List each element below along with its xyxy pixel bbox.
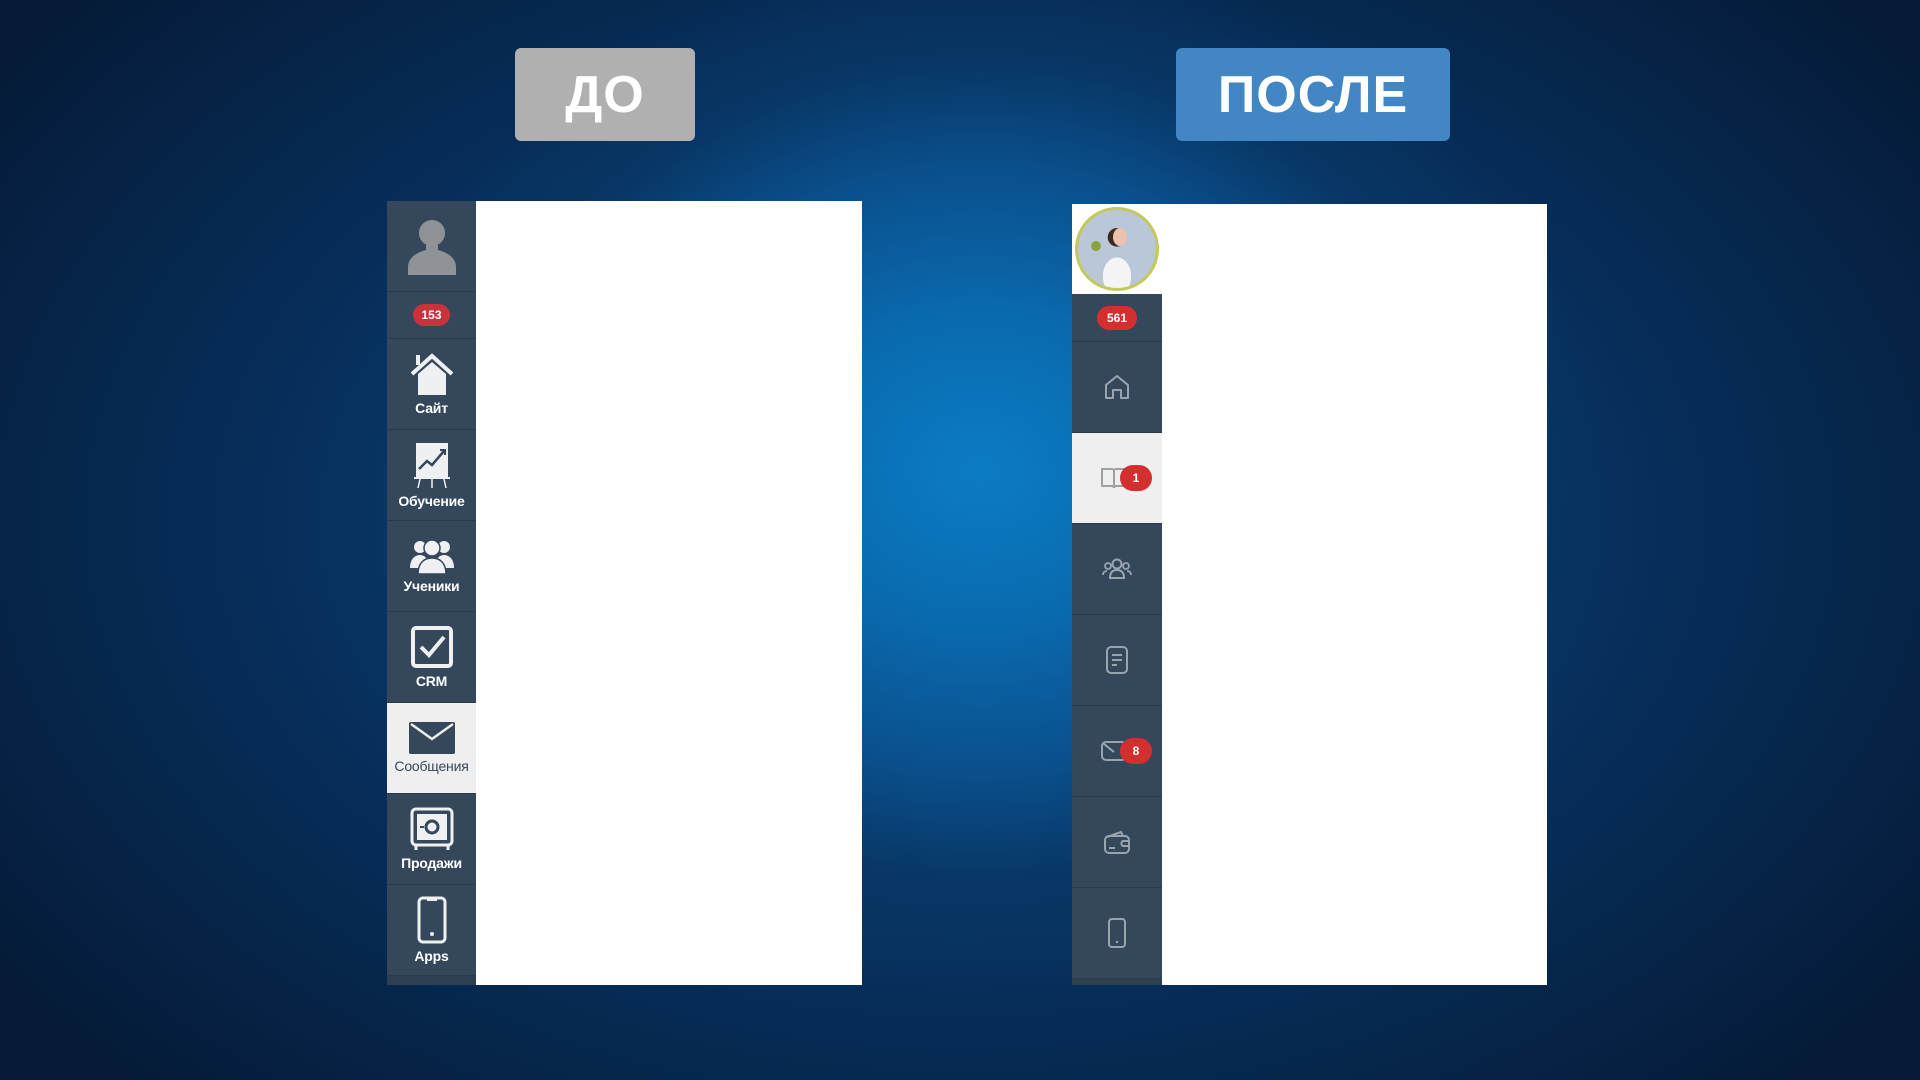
after-nav-students[interactable] bbox=[1072, 524, 1162, 615]
before-profile[interactable] bbox=[387, 201, 476, 292]
nav-label: Сообщения bbox=[394, 758, 469, 774]
nav-label: Сайт bbox=[415, 400, 448, 416]
after-screen: 561 1 8 bbox=[1072, 204, 1547, 985]
users-group-icon bbox=[409, 538, 454, 574]
sidebar-footer bbox=[1072, 979, 1162, 985]
sidebar-footer bbox=[387, 976, 476, 985]
house-icon bbox=[408, 352, 456, 396]
wallet-outline-icon bbox=[1103, 829, 1131, 855]
after-nav-apps[interactable] bbox=[1072, 888, 1162, 979]
nav-label: Ученики bbox=[403, 578, 460, 594]
user-avatar[interactable] bbox=[1075, 207, 1159, 291]
before-screen: 153 Сайт Обучение Ученики CRM Сообщения … bbox=[387, 201, 862, 985]
smartphone-icon bbox=[417, 896, 447, 944]
before-nav-site[interactable]: Сайт bbox=[387, 339, 476, 430]
notifications-badge: 561 bbox=[1096, 305, 1138, 330]
before-nav-messages[interactable]: Сообщения bbox=[387, 703, 476, 794]
nav-label: CRM bbox=[415, 673, 448, 689]
after-nav-messages[interactable]: 8 bbox=[1072, 706, 1162, 797]
phone-outline-icon bbox=[1107, 917, 1127, 949]
checkbox-icon bbox=[410, 625, 454, 669]
after-nav-crm[interactable] bbox=[1072, 615, 1162, 706]
notifications-badge: 153 bbox=[413, 304, 450, 326]
before-sidebar: 153 Сайт Обучение Ученики CRM Сообщения … bbox=[387, 201, 476, 985]
before-nav-sales[interactable]: Продажи bbox=[387, 794, 476, 885]
document-outline-icon bbox=[1105, 645, 1129, 675]
before-notifications-row[interactable]: 153 bbox=[387, 292, 476, 339]
after-nav-site[interactable] bbox=[1072, 342, 1162, 433]
after-sidebar: 561 1 8 bbox=[1072, 204, 1162, 985]
before-nav-learning[interactable]: Обучение bbox=[387, 430, 476, 521]
nav-label: Apps bbox=[414, 948, 449, 964]
after-nav-sales[interactable] bbox=[1072, 797, 1162, 888]
learning-badge: 1 bbox=[1120, 465, 1152, 491]
chart-board-icon bbox=[412, 441, 452, 489]
after-notifications-row[interactable]: 561 bbox=[1072, 294, 1162, 342]
after-profile[interactable] bbox=[1072, 204, 1162, 294]
home-outline-icon bbox=[1103, 373, 1131, 401]
messages-badge: 8 bbox=[1120, 738, 1152, 764]
nav-label: Обучение bbox=[398, 493, 465, 509]
users-outline-icon bbox=[1102, 557, 1132, 581]
safe-icon bbox=[410, 807, 454, 851]
user-silhouette-icon bbox=[406, 217, 458, 275]
envelope-icon bbox=[408, 722, 455, 754]
nav-label: Продажи bbox=[401, 855, 462, 871]
after-label: ПОСЛЕ bbox=[1176, 48, 1450, 141]
after-nav-learning[interactable]: 1 bbox=[1072, 433, 1162, 524]
before-nav-students[interactable]: Ученики bbox=[387, 521, 476, 612]
before-label: ДО bbox=[515, 48, 695, 141]
before-nav-crm[interactable]: CRM bbox=[387, 612, 476, 703]
before-nav-apps[interactable]: Apps bbox=[387, 885, 476, 976]
